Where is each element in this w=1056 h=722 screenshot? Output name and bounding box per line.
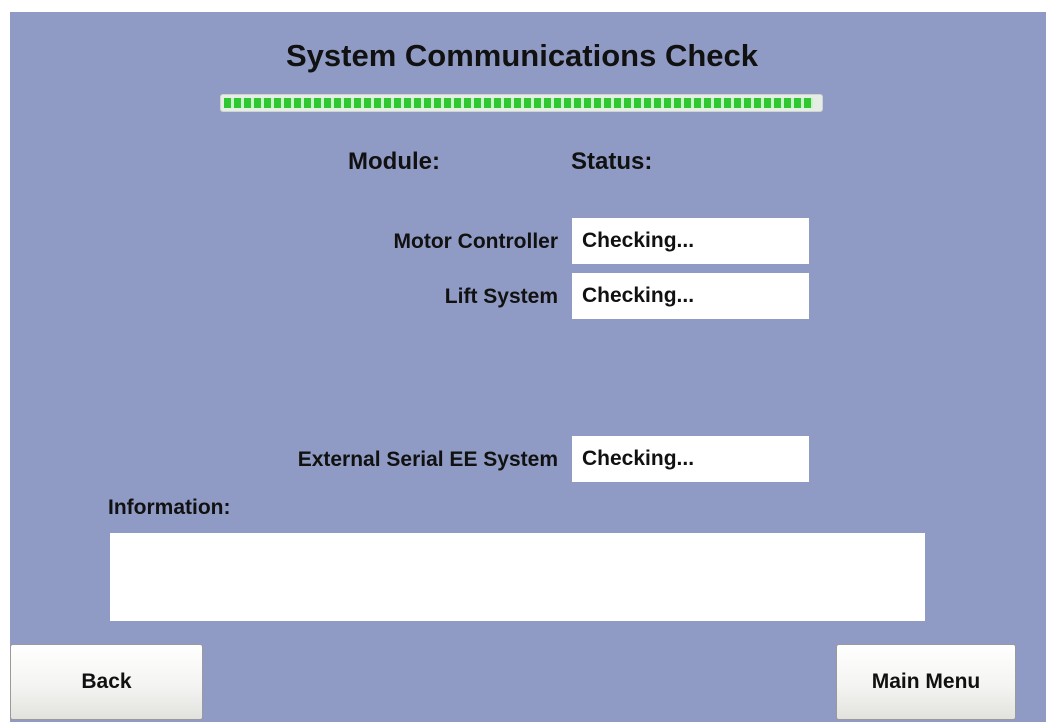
module-column-header: Module: — [348, 148, 440, 175]
screen: System Communications Check Module: Stat… — [10, 12, 1046, 722]
module-label: Lift System — [444, 285, 558, 308]
module-row-motor-controller: Motor Controller Checking... — [10, 218, 1046, 264]
back-button[interactable]: Back — [10, 644, 203, 720]
progress-bar — [220, 94, 823, 112]
page-title: System Communications Check — [285, 38, 759, 73]
module-row-lift-system: Lift System Checking... — [10, 273, 1046, 319]
module-label: Motor Controller — [393, 230, 558, 253]
information-box — [110, 533, 925, 621]
status-field: Checking... — [572, 273, 809, 319]
information-label: Information: — [108, 496, 231, 519]
status-field: Checking... — [572, 436, 809, 482]
status-column-header: Status: — [571, 148, 653, 175]
status-field: Checking... — [572, 218, 809, 264]
main-menu-button[interactable]: Main Menu — [836, 644, 1016, 720]
module-label: External Serial EE System — [297, 448, 558, 471]
progress-fill — [224, 98, 813, 108]
module-row-external-serial-ee: External Serial EE System Checking... — [10, 436, 1046, 482]
